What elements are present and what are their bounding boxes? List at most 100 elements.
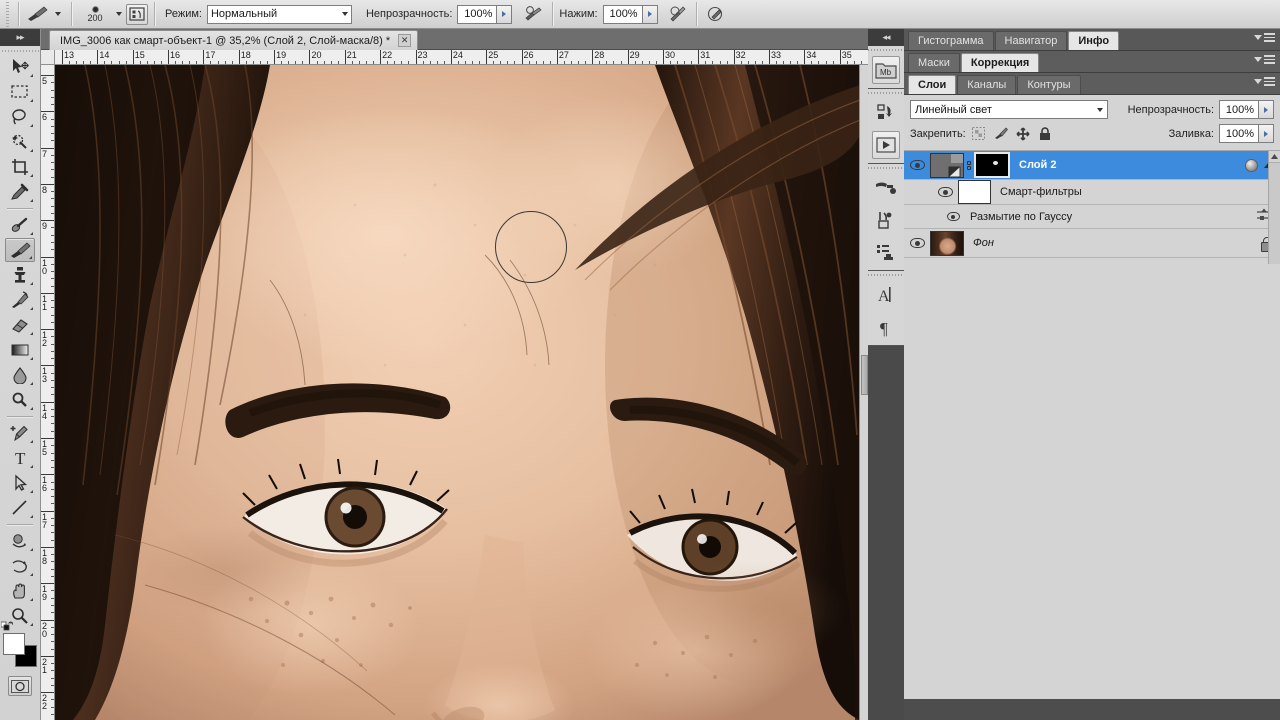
brush-presets-panel-button[interactable]	[872, 206, 900, 234]
smart-object-badge-icon[interactable]	[1245, 158, 1258, 172]
color-swatches[interactable]	[0, 621, 37, 667]
tablet-pressure-size-button[interactable]	[703, 2, 729, 26]
layer-mask-thumbnail[interactable]	[974, 152, 1010, 178]
toolbar-grip[interactable]	[0, 46, 40, 55]
pressure-stepper[interactable]	[642, 4, 658, 24]
tab-channels[interactable]: Каналы	[957, 75, 1017, 94]
layer-opacity-stepper[interactable]	[1259, 100, 1274, 119]
chevron-down-icon[interactable]	[55, 12, 61, 16]
layer-blend-mode-select[interactable]: Линейный свет	[910, 100, 1108, 119]
lock-image-pixels-button[interactable]	[994, 127, 1008, 141]
panel-menu-button[interactable]	[1254, 77, 1275, 86]
layer-visibility-toggle[interactable]	[904, 160, 930, 170]
lock-position-button[interactable]	[1016, 126, 1030, 141]
mini-bridge-panel-button[interactable]: Mb	[872, 56, 900, 84]
foreground-color-swatch[interactable]	[3, 633, 25, 655]
default-colors-icon[interactable]	[0, 621, 14, 631]
path-selection-tool[interactable]	[5, 471, 35, 495]
scrollbar-thumb[interactable]	[861, 355, 868, 395]
tab-info[interactable]: Инфо	[1068, 31, 1120, 50]
chevron-down-icon[interactable]	[116, 12, 122, 16]
lock-all-button[interactable]	[1038, 126, 1052, 141]
quick-mask-button[interactable]	[8, 676, 32, 696]
fill-stepper[interactable]	[1259, 124, 1274, 143]
scroll-up-arrow[interactable]	[1269, 151, 1280, 163]
airbrush-toggle-button[interactable]	[520, 2, 546, 26]
fill-input[interactable]: 100%	[1219, 124, 1259, 143]
pressure-input[interactable]: 100%	[602, 4, 643, 24]
tool-preset-picker[interactable]	[25, 0, 65, 29]
toggle-brush-panel-button[interactable]	[126, 3, 148, 25]
type-tool[interactable]: T	[5, 446, 35, 470]
dock-grip[interactable]	[868, 164, 904, 172]
close-icon[interactable]: ✕	[398, 34, 412, 47]
dock-collapse-button[interactable]: ◂◂	[868, 29, 904, 46]
opacity-input[interactable]: 100%	[457, 4, 498, 24]
tab-adjustments[interactable]: Коррекция	[960, 53, 1040, 72]
layer-opacity-input[interactable]: 100%	[1219, 100, 1259, 119]
rectangular-marquee-tool[interactable]	[5, 80, 35, 104]
brush-tool[interactable]	[5, 238, 35, 262]
pen-tool[interactable]	[5, 421, 35, 445]
document-tab[interactable]: IMG_3006 как смарт-объект-1 @ 35,2% (Сло…	[49, 30, 419, 50]
tablet-pressure-opacity-button[interactable]	[664, 2, 690, 26]
lock-transparent-pixels-button[interactable]	[972, 127, 986, 141]
link-mask-icon[interactable]	[964, 160, 974, 170]
panel-menu-button[interactable]	[1254, 33, 1275, 42]
blur-tool[interactable]	[5, 363, 35, 387]
animation-panel-button[interactable]	[872, 99, 900, 127]
layer-visibility-toggle[interactable]	[904, 238, 930, 248]
canvas-vertical-scrollbar[interactable]	[859, 65, 868, 720]
move-tool[interactable]	[5, 55, 35, 79]
quick-selection-tool[interactable]	[5, 130, 35, 154]
tab-paths[interactable]: Контуры	[1017, 75, 1081, 94]
blend-mode-select[interactable]: Нормальный	[206, 4, 352, 24]
options-bar-grip[interactable]	[3, 0, 12, 28]
brush-preset-picker[interactable]: 200	[78, 0, 126, 29]
dock-grip[interactable]	[868, 89, 904, 97]
clone-stamp-tool[interactable]	[5, 263, 35, 287]
tool-presets-panel-button[interactable]	[872, 238, 900, 266]
layer-visibility-toggle[interactable]	[932, 187, 958, 197]
line-tool[interactable]	[5, 496, 35, 520]
layer-thumbnail[interactable]	[930, 152, 964, 178]
table-row[interactable]: Фон	[904, 229, 1280, 258]
timeline-panel-button[interactable]	[872, 131, 900, 159]
opacity-stepper[interactable]	[497, 4, 513, 24]
tab-masks[interactable]: Маски	[908, 53, 960, 72]
character-panel-button[interactable]: A	[872, 281, 900, 309]
table-row[interactable]: Размытие по Гауссу	[904, 205, 1280, 229]
image-canvas[interactable]	[55, 65, 860, 720]
hand-tool[interactable]	[5, 579, 35, 603]
layers-scrollbar[interactable]	[1268, 151, 1280, 264]
crop-tool[interactable]	[5, 155, 35, 179]
eyedropper-tool[interactable]	[5, 180, 35, 204]
history-brush-tool[interactable]	[5, 288, 35, 312]
healing-brush-tool[interactable]	[5, 213, 35, 237]
ruler-label: 35	[841, 50, 852, 60]
eraser-tool[interactable]	[5, 313, 35, 337]
panel-menu-button[interactable]	[1254, 55, 1275, 64]
divider	[18, 2, 19, 26]
dodge-tool[interactable]	[5, 388, 35, 412]
toolbar-collapse-button[interactable]: ▸▸	[0, 29, 40, 46]
tab-navigator[interactable]: Навигатор	[994, 31, 1068, 50]
smart-filter-mask-thumbnail[interactable]	[958, 180, 991, 204]
tab-layers[interactable]: Слои	[908, 75, 957, 94]
gradient-tool[interactable]	[5, 338, 35, 362]
filter-visibility-toggle[interactable]	[940, 212, 966, 221]
ruler-tick	[839, 50, 841, 64]
paragraph-panel-button[interactable]: ¶	[872, 313, 900, 341]
dock-grip[interactable]	[868, 46, 904, 54]
3d-camera-orbit-tool[interactable]	[5, 554, 35, 578]
3d-object-rotate-tool[interactable]	[5, 529, 35, 553]
brush-panel-button[interactable]	[872, 174, 900, 202]
background-layer-thumbnail[interactable]	[930, 230, 964, 256]
ruler-tick	[556, 50, 558, 64]
dock-grip[interactable]	[868, 271, 904, 279]
lasso-tool[interactable]	[5, 105, 35, 129]
table-row[interactable]: Слой 2	[904, 151, 1280, 180]
table-row[interactable]: Смарт-фильтры	[904, 180, 1280, 205]
brush-size-value: 200	[87, 12, 103, 23]
tab-histogram[interactable]: Гистограмма	[908, 31, 994, 50]
